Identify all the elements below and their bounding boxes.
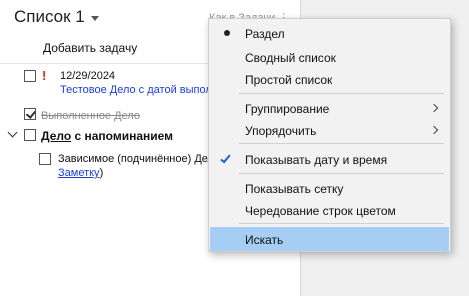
note-paren: ) — [99, 167, 104, 179]
menu-item-label: Показывать сетку — [245, 182, 344, 196]
context-menu: Раздел Сводный список Простой список Гру… — [208, 18, 451, 252]
menu-item-section[interactable]: Раздел — [210, 21, 449, 45]
menu-separator — [239, 143, 444, 144]
menu-item-label: Чередование строк цветом — [245, 204, 396, 218]
chevron-down-icon — [90, 16, 99, 21]
menu-item-search[interactable]: Искать — [210, 227, 449, 251]
menu-item-show-grid[interactable]: Показывать сетку — [210, 176, 449, 200]
menu-separator — [239, 173, 444, 174]
menu-item-label: Показывать дату и время — [245, 153, 388, 167]
chevron-down-icon[interactable] — [7, 127, 18, 138]
menu-item-alternate-rows[interactable]: Чередование строк цветом — [210, 198, 449, 222]
task-note: Заметку) — [58, 167, 103, 179]
menu-item-label: Группирование — [245, 102, 330, 116]
radio-bullet-icon — [224, 30, 230, 36]
menu-item-sort[interactable]: Упорядочить — [210, 118, 449, 142]
task-checkbox[interactable] — [24, 129, 36, 141]
task-checkbox[interactable] — [24, 70, 36, 82]
task-checkbox-checked[interactable] — [24, 108, 36, 120]
task-title-dependent[interactable]: Зависимое (подчинённое) Дело — [58, 153, 220, 165]
task-checkbox[interactable] — [39, 153, 51, 165]
menu-item-label: Упорядочить — [245, 124, 317, 138]
chevron-right-icon — [429, 125, 439, 135]
menu-item-show-datetime[interactable]: Показывать дату и время — [210, 147, 449, 171]
menu-item-label: Искать — [245, 233, 284, 247]
priority-icon: ! — [42, 68, 47, 83]
menu-item-summary-list[interactable]: Сводный список — [210, 45, 449, 69]
chevron-right-icon — [429, 103, 439, 113]
menu-item-label: Сводный список — [245, 51, 336, 65]
checkmark-icon — [220, 152, 231, 164]
note-link[interactable]: Заметку — [58, 167, 100, 179]
list-title: Список 1 — [14, 7, 85, 26]
task-title-completed[interactable]: Выполненное Дело — [41, 110, 140, 122]
menu-item-label: Раздел — [245, 27, 285, 41]
menu-separator — [239, 93, 444, 94]
menu-item-grouping[interactable]: Группирование — [210, 96, 449, 120]
task-title-link[interactable]: Дело — [41, 129, 71, 143]
menu-item-simple-list[interactable]: Простой список — [210, 67, 449, 91]
add-task-button[interactable]: Добавить задачу — [43, 41, 137, 55]
list-title-dropdown[interactable]: Список 1 — [14, 7, 99, 27]
menu-separator — [239, 223, 444, 224]
task-date: 12/29/2024 — [60, 70, 116, 82]
menu-item-label: Простой список — [245, 73, 333, 87]
task-title-rest: с напоминанием — [71, 129, 174, 143]
task-title-with-reminder[interactable]: Дело с напоминанием — [41, 129, 173, 143]
